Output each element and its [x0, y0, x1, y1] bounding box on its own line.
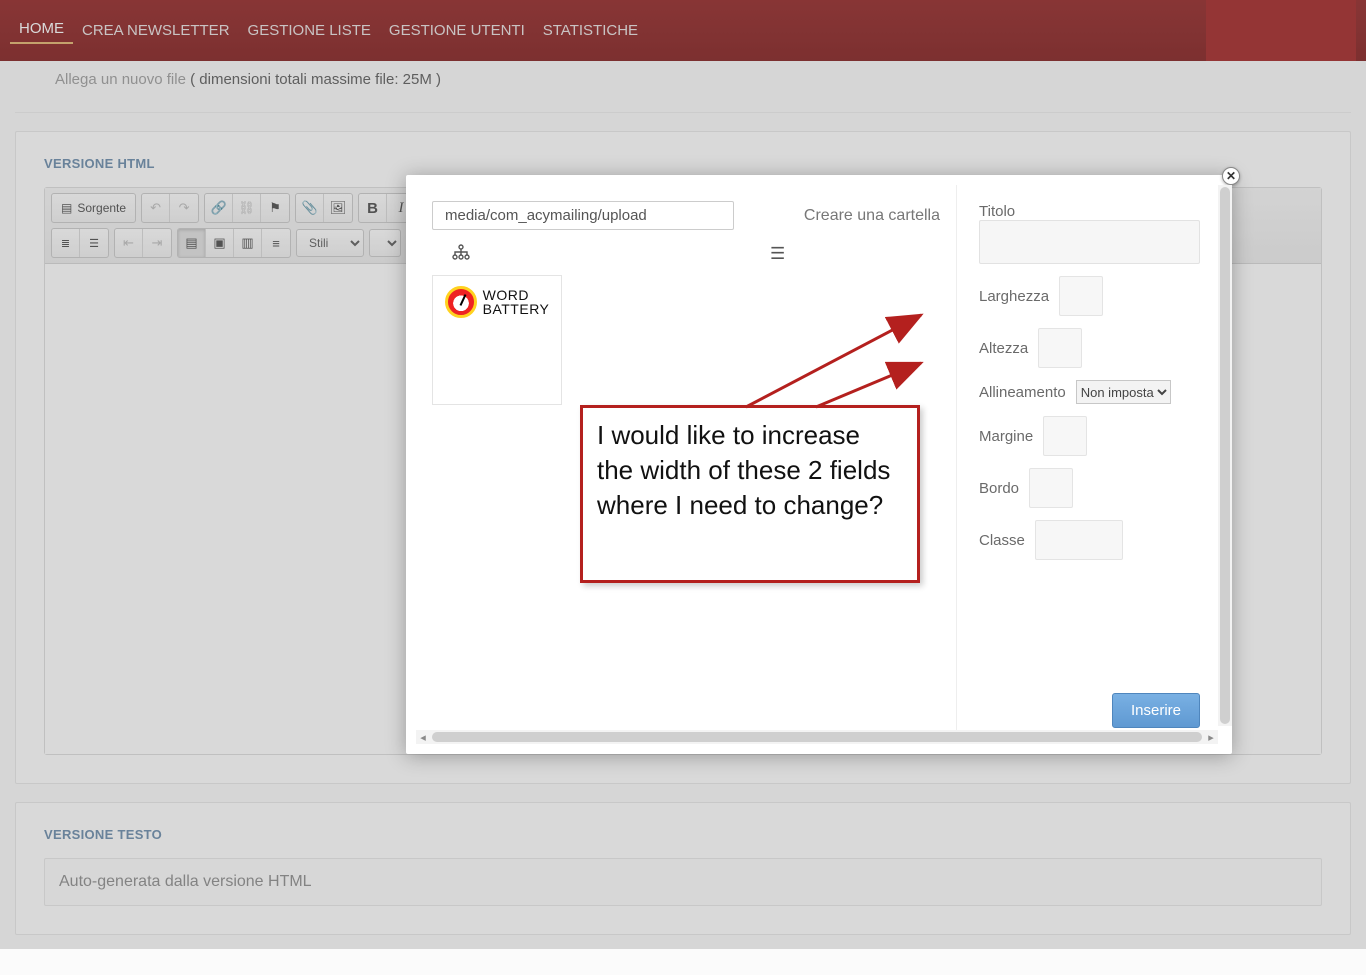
- outdent-button[interactable]: ⇤: [115, 229, 143, 257]
- label-align: Allineamento: [979, 384, 1066, 401]
- thumb-brand-top: WORD: [483, 288, 550, 302]
- annotation-callout: I would like to increase the width of th…: [580, 405, 920, 583]
- nav-gestione-liste[interactable]: GESTIONE LISTE: [239, 20, 380, 42]
- media-thumbnail[interactable]: WORD BATTERY: [432, 275, 562, 405]
- nav-gestione-utenti[interactable]: GESTIONE UTENTI: [380, 20, 534, 42]
- modal-close-button[interactable]: ✕: [1222, 167, 1240, 185]
- label-title: Titolo: [979, 203, 1200, 220]
- align-left-button[interactable]: ▤: [178, 229, 206, 257]
- list-view-icon[interactable]: ☰: [770, 244, 785, 265]
- bold-button[interactable]: B: [359, 194, 387, 222]
- media-browser: media/com_acymailing/upload Creare una c…: [416, 185, 957, 744]
- anchor-button[interactable]: ⚑: [261, 194, 289, 222]
- panel-text-title: VERSIONE TESTO: [44, 827, 1322, 842]
- source-label: Sorgente: [77, 201, 126, 215]
- class-input[interactable]: [1035, 520, 1123, 560]
- hscroll-left-icon: ◂: [416, 731, 430, 744]
- styles-select[interactable]: Stili: [296, 229, 364, 257]
- redo-button[interactable]: ↷: [170, 194, 198, 222]
- modal-vertical-scrollbar[interactable]: [1218, 185, 1232, 726]
- align-center-button[interactable]: ▣: [206, 229, 234, 257]
- indent-button[interactable]: ⇥: [143, 229, 171, 257]
- media-properties-panel: Titolo Larghezza Altezza Allineamento No…: [957, 185, 1222, 744]
- thumb-logo-icon: [445, 286, 477, 318]
- nav-crea-newsletter[interactable]: CREA NEWSLETTER: [73, 20, 239, 42]
- undo-button[interactable]: ↶: [142, 194, 170, 222]
- label-height: Altezza: [979, 340, 1028, 357]
- label-margin: Margine: [979, 428, 1033, 445]
- image-button[interactable]: 🖼: [324, 194, 352, 222]
- nav-home[interactable]: HOME: [10, 18, 73, 44]
- insert-button[interactable]: Inserire: [1112, 693, 1200, 728]
- tree-icon[interactable]: [452, 244, 470, 265]
- height-input[interactable]: [1038, 328, 1082, 368]
- attachment-hint-row: Allega un nuovo file ( dimensioni totali…: [15, 61, 1351, 113]
- label-class: Classe: [979, 532, 1025, 549]
- top-nav: HOME CREA NEWSLETTER GESTIONE LISTE GEST…: [0, 0, 1366, 61]
- source-button[interactable]: ▤ Sorgente: [52, 194, 135, 222]
- format-select[interactable]: No: [369, 229, 401, 257]
- modal-horizontal-scrollbar[interactable]: ◂ ▸: [416, 730, 1218, 744]
- nav-right-block: [1206, 0, 1356, 61]
- media-path-field[interactable]: media/com_acymailing/upload: [432, 201, 734, 230]
- border-input[interactable]: [1029, 468, 1073, 508]
- align-select[interactable]: Non imposta: [1076, 380, 1171, 404]
- attach-size-hint: ( dimensioni totali massime file: 25M ): [190, 71, 441, 88]
- source-icon: ▤: [61, 201, 72, 215]
- width-input[interactable]: [1059, 276, 1103, 316]
- panel-text-version: VERSIONE TESTO Auto-generata dalla versi…: [15, 802, 1351, 935]
- align-right-button[interactable]: ▥: [234, 229, 262, 257]
- media-modal: ✕ media/com_acymailing/upload Creare una…: [406, 175, 1232, 754]
- panel-html-title: VERSIONE HTML: [44, 156, 1322, 171]
- nav-statistiche[interactable]: STATISTICHE: [534, 20, 647, 42]
- create-folder-link[interactable]: Creare una cartella: [804, 207, 940, 225]
- attach-link[interactable]: Allega un nuovo file: [55, 71, 186, 88]
- numbered-list-button[interactable]: ≣: [52, 229, 80, 257]
- thumb-brand-bottom: BATTERY: [483, 302, 550, 316]
- title-input[interactable]: [979, 220, 1200, 264]
- link-button[interactable]: 🔗: [205, 194, 233, 222]
- unlink-button[interactable]: ⛓: [233, 194, 261, 222]
- label-width: Larghezza: [979, 288, 1049, 305]
- hscroll-right-icon: ▸: [1204, 731, 1218, 744]
- bulleted-list-button[interactable]: ☰: [80, 229, 108, 257]
- align-justify-button[interactable]: ≡: [262, 229, 290, 257]
- margin-input[interactable]: [1043, 416, 1087, 456]
- label-border: Bordo: [979, 480, 1019, 497]
- attachment-button[interactable]: 📎: [296, 194, 324, 222]
- text-version-body: Auto-generata dalla versione HTML: [44, 858, 1322, 906]
